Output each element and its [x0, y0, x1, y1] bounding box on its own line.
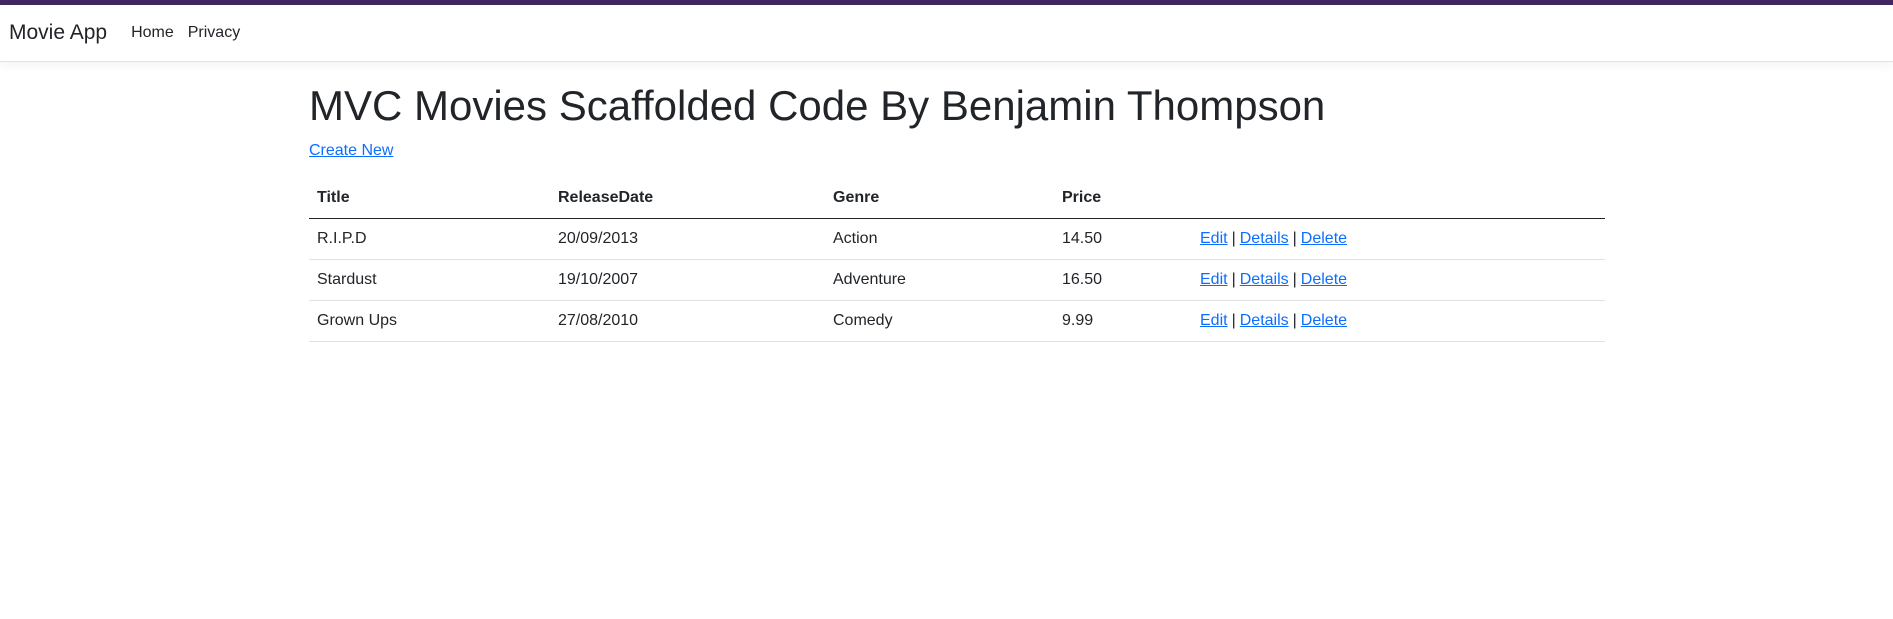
- details-link[interactable]: Details: [1240, 230, 1289, 247]
- header-actions: [1192, 178, 1605, 219]
- header-genre: Genre: [825, 178, 1054, 219]
- page-title: MVC Movies Scaffolded Code By Benjamin T…: [309, 82, 1326, 129]
- nav-link-home[interactable]: Home: [131, 24, 174, 42]
- navbar: Movie App Home Privacy: [0, 5, 1893, 62]
- edit-link[interactable]: Edit: [1200, 312, 1228, 329]
- cell-price: 16.50: [1054, 259, 1192, 301]
- cell-price: 9.99: [1054, 300, 1192, 342]
- movies-table: Title ReleaseDate Genre Price R.I.P.D 20…: [309, 178, 1605, 342]
- table-row: Grown Ups 27/08/2010 Comedy 9.99 Edit | De…: [309, 300, 1605, 342]
- action-separator: |: [1292, 270, 1297, 288]
- delete-link[interactable]: Delete: [1301, 271, 1347, 288]
- edit-link[interactable]: Edit: [1200, 271, 1228, 288]
- cell-release-date: 19/10/2007: [550, 259, 825, 301]
- cell-title: R.I.P.D: [309, 218, 550, 260]
- cell-title: Stardust: [309, 259, 550, 301]
- cell-price: 14.50: [1054, 218, 1192, 260]
- action-separator: |: [1292, 311, 1297, 329]
- action-separator: |: [1231, 311, 1236, 329]
- header-release-date: ReleaseDate: [550, 178, 825, 219]
- table-row: Stardust 19/10/2007 Adventure 16.50 Edit…: [309, 259, 1605, 301]
- brand-link[interactable]: Movie App: [9, 21, 107, 45]
- cell-genre: Adventure: [825, 259, 1054, 301]
- action-separator: |: [1292, 229, 1297, 247]
- cell-actions: Edit | Details | Delete: [1192, 218, 1605, 260]
- table-row: R.I.P.D 20/09/2013 Action 14.50 Edit | Det…: [309, 218, 1605, 260]
- cell-actions: Edit | Details | Delete: [1192, 300, 1605, 342]
- cell-title: Grown Ups: [309, 300, 550, 342]
- details-link[interactable]: Details: [1240, 271, 1289, 288]
- cell-genre: Comedy: [825, 300, 1054, 342]
- cell-release-date: 27/08/2010: [550, 300, 825, 342]
- cell-genre: Action: [825, 218, 1054, 260]
- main-content: MVC Movies Scaffolded Code By Benjamin T…: [309, 80, 1605, 342]
- header-title: Title: [309, 178, 550, 219]
- action-separator: |: [1231, 270, 1236, 288]
- edit-link[interactable]: Edit: [1200, 230, 1228, 247]
- action-separator: |: [1231, 229, 1236, 247]
- cell-release-date: 20/09/2013: [550, 218, 825, 260]
- nav-link-privacy[interactable]: Privacy: [188, 24, 240, 42]
- create-new-link[interactable]: Create New: [309, 142, 393, 160]
- delete-link[interactable]: Delete: [1301, 230, 1347, 247]
- delete-link[interactable]: Delete: [1301, 312, 1347, 329]
- cell-actions: Edit | Details | Delete: [1192, 259, 1605, 301]
- header-price: Price: [1054, 178, 1192, 219]
- table-header-row: Title ReleaseDate Genre Price: [309, 178, 1605, 219]
- details-link[interactable]: Details: [1240, 312, 1289, 329]
